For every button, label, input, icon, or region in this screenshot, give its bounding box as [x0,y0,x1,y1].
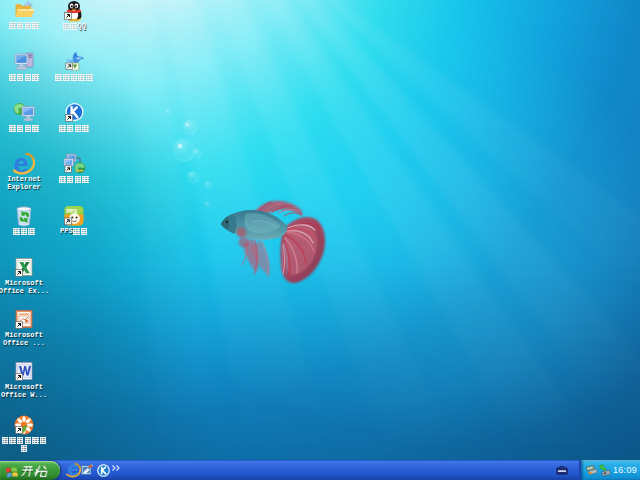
svg-text:PPS: PPS [66,208,77,214]
